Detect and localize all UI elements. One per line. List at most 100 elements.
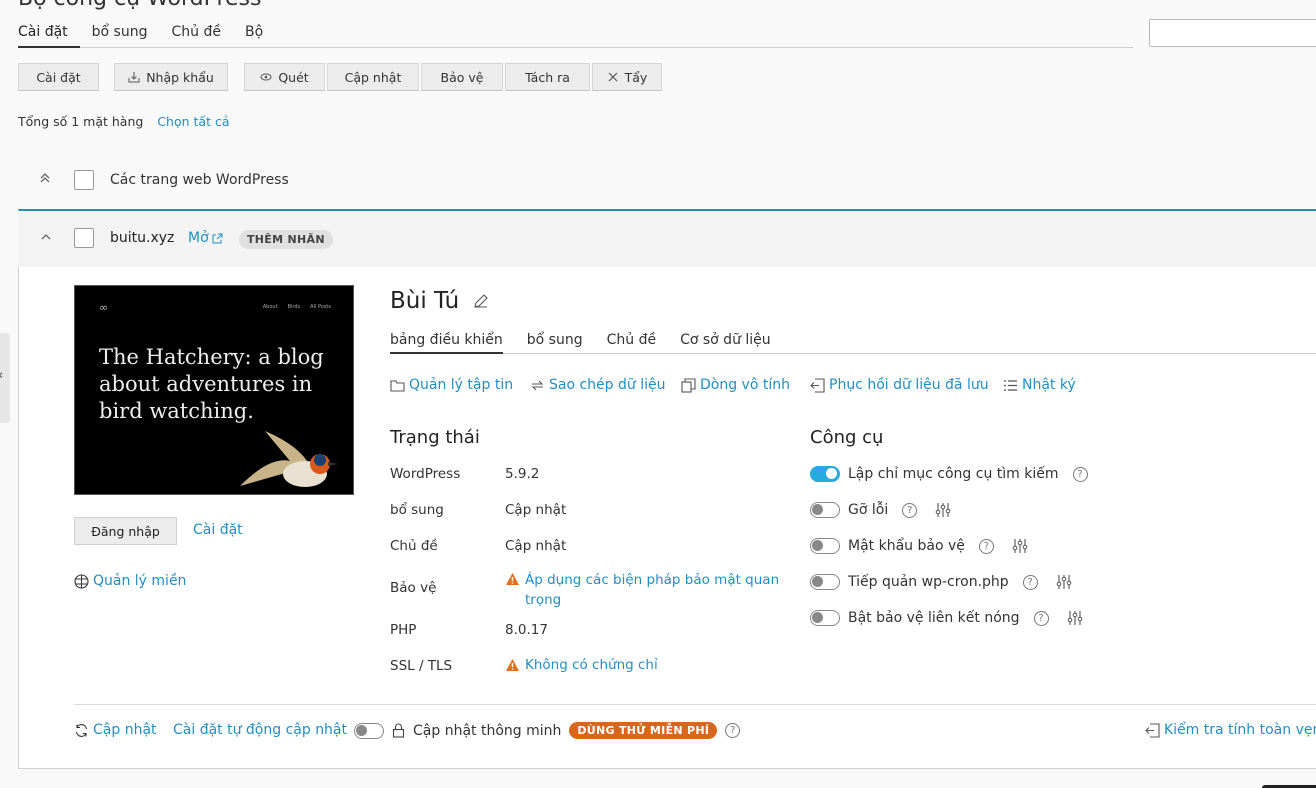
restore-icon <box>810 377 825 393</box>
integrity-check-link[interactable]: Kiểm tra tính toàn vẹn c <box>1145 722 1316 738</box>
restore-link[interactable]: Phục hồi dữ liệu đã lưu <box>810 377 989 393</box>
smart-update-row: Cập nhật thông minh DÙNG THỬ MIỄN PHÍ ? <box>354 722 741 739</box>
clone-icon <box>681 377 696 393</box>
protect-button-label: Bảo vệ <box>440 69 484 85</box>
hotlink-toggle[interactable] <box>810 610 840 626</box>
update-button[interactable]: Cập nhật <box>327 63 419 91</box>
file-manager-link[interactable]: Quản lý tập tin <box>390 377 513 393</box>
list-icon <box>1004 379 1017 391</box>
site-checkbox[interactable] <box>74 228 94 248</box>
protect-button[interactable]: Bảo vệ <box>421 63 503 91</box>
warning-icon <box>506 659 519 671</box>
login-button[interactable]: Đăng nhập <box>74 517 177 545</box>
status-key-themes: Chủ đề <box>390 538 438 554</box>
wpcron-toggle[interactable] <box>810 574 840 590</box>
tab-sets[interactable]: Bộ <box>245 22 275 48</box>
help-icon[interactable]: ? <box>1022 574 1038 590</box>
subtab-dashboard[interactable]: bảng điều khiển <box>390 330 503 354</box>
auto-update-settings-link[interactable]: Cài đặt tự động cập nhật <box>173 722 347 738</box>
sliders-icon[interactable] <box>935 502 951 518</box>
site-title: Bùi Tú <box>390 288 460 314</box>
help-icon[interactable]: ? <box>902 502 918 518</box>
help-icon[interactable]: ? <box>1033 610 1049 626</box>
help-icon[interactable]: ? <box>978 538 994 554</box>
detach-button-label: Tách ra <box>525 69 570 85</box>
site-title-row: Bùi Tú <box>390 288 489 314</box>
select-all-link[interactable]: Chọn tất cả <box>157 114 229 129</box>
sync-icon <box>531 380 544 390</box>
tool-row-hotlink: Bật bảo vệ liên kết nóng ? <box>810 610 1083 626</box>
search-input[interactable] <box>1149 19 1316 47</box>
help-icon[interactable]: ? <box>1072 466 1088 482</box>
security-warning-link[interactable]: Áp dụng các biện pháp bảo mật quan trọng <box>505 570 785 610</box>
tool-row-wpcron: Tiếp quản wp-cron.php ? <box>810 574 1072 590</box>
remove-button[interactable]: Tẩy <box>592 63 662 91</box>
status-key-ssl: SSL / TLS <box>390 658 453 674</box>
status-key-plugins: bổ sung <box>390 502 444 518</box>
import-button[interactable]: Nhập khẩu <box>114 63 228 91</box>
add-tag-button[interactable]: THÊM NHÃN <box>239 230 333 249</box>
sliders-icon[interactable] <box>1067 610 1083 626</box>
globe-icon <box>74 573 89 589</box>
footer-divider <box>74 704 1316 705</box>
sliders-icon[interactable] <box>1012 538 1028 554</box>
clone-label: Dòng vô tính <box>700 377 790 393</box>
manage-domain-label: Quản lý miền <box>93 573 187 589</box>
collapse-site-icon[interactable] <box>40 231 52 247</box>
indexing-toggle[interactable] <box>810 466 840 482</box>
external-link-icon <box>212 233 223 243</box>
smart-update-toggle[interactable] <box>354 722 384 739</box>
tab-themes[interactable]: Chủ đề <box>172 22 233 48</box>
log-link[interactable]: Nhật ký <box>1003 377 1076 393</box>
sliders-icon[interactable] <box>1056 574 1072 590</box>
install-button[interactable]: Cài đặt <box>18 63 99 91</box>
debug-toggle[interactable] <box>810 502 840 518</box>
restore-label: Phục hồi dữ liệu đã lưu <box>829 377 989 393</box>
password-toggle[interactable] <box>810 538 840 554</box>
open-site-link[interactable]: Mở <box>188 230 223 246</box>
ssl-warning-link[interactable]: Không có chứng chỉ <box>505 657 658 673</box>
total-count: Tổng số 1 mặt hàng <box>18 114 144 129</box>
status-value-php: 8.0.17 <box>505 622 548 638</box>
hotlink-label: Bật bảo vệ liên kết nóng <box>848 610 1020 626</box>
copy-data-link[interactable]: Sao chép dữ liệu <box>530 377 665 393</box>
group-label: Các trang web WordPress <box>110 172 289 188</box>
group-checkbox[interactable] <box>74 170 94 190</box>
help-icon[interactable]: ? <box>725 723 741 738</box>
site-thumbnail[interactable]: ∞ About Birds All Posts The Hatchery: a … <box>74 285 354 495</box>
thumbnail-nav-item: About <box>262 304 278 310</box>
collapse-group-icon[interactable] <box>39 171 51 187</box>
indexing-label: Lập chỉ mục công cụ tìm kiếm <box>848 466 1059 482</box>
subtab-database[interactable]: Cơ sở dữ liệu <box>680 330 771 354</box>
site-settings-link[interactable]: Cài đặt <box>193 522 243 538</box>
chevron-left-icon[interactable]: ‹ <box>0 368 3 383</box>
folder-icon <box>390 379 405 392</box>
free-trial-badge[interactable]: DÙNG THỬ MIỄN PHÍ <box>569 722 718 739</box>
tab-plugins[interactable]: bổ sung <box>92 22 160 48</box>
page-title: Bộ công cụ WordPress <box>18 0 261 11</box>
status-heading: Trạng thái <box>390 427 480 448</box>
wpcron-label: Tiếp quản wp-cron.php <box>848 574 1009 590</box>
tools-heading: Công cụ <box>810 427 884 448</box>
import-button-label: Nhập khẩu <box>146 69 214 85</box>
clone-link[interactable]: Dòng vô tính <box>681 377 790 393</box>
footer-update-link[interactable]: Cập nhật <box>74 722 157 738</box>
lock-icon <box>392 723 405 738</box>
edit-pencil-icon[interactable] <box>473 293 489 309</box>
site-subtabs: bảng điều khiển bổ sung Chủ đề Cơ sở dữ … <box>390 330 1316 354</box>
scan-button[interactable]: Quét <box>244 63 325 91</box>
scan-button-label: Quét <box>278 69 309 85</box>
main-tabs: Cài đặt bổ sung Chủ đề Bộ <box>18 22 1133 48</box>
tool-row-debug: Gỡ lỗi ? <box>810 502 951 518</box>
manage-domain-link[interactable]: Quản lý miền <box>74 573 186 589</box>
thumbnail-nav: About Birds All Posts <box>263 304 331 310</box>
security-warning-text: Áp dụng các biện pháp bảo mật quan trọng <box>525 572 780 608</box>
install-button-label: Cài đặt <box>36 69 81 85</box>
tab-install[interactable]: Cài đặt <box>18 22 80 48</box>
items-summary: Tổng số 1 mặt hàng Chọn tất cả <box>18 114 229 129</box>
subtab-themes[interactable]: Chủ đề <box>607 330 656 354</box>
tool-row-indexing: Lập chỉ mục công cụ tìm kiếm ? <box>810 466 1088 482</box>
subtab-plugins[interactable]: bổ sung <box>527 330 583 354</box>
detach-button[interactable]: Tách ra <box>505 63 590 91</box>
site-domain: buitu.xyz <box>110 230 175 246</box>
